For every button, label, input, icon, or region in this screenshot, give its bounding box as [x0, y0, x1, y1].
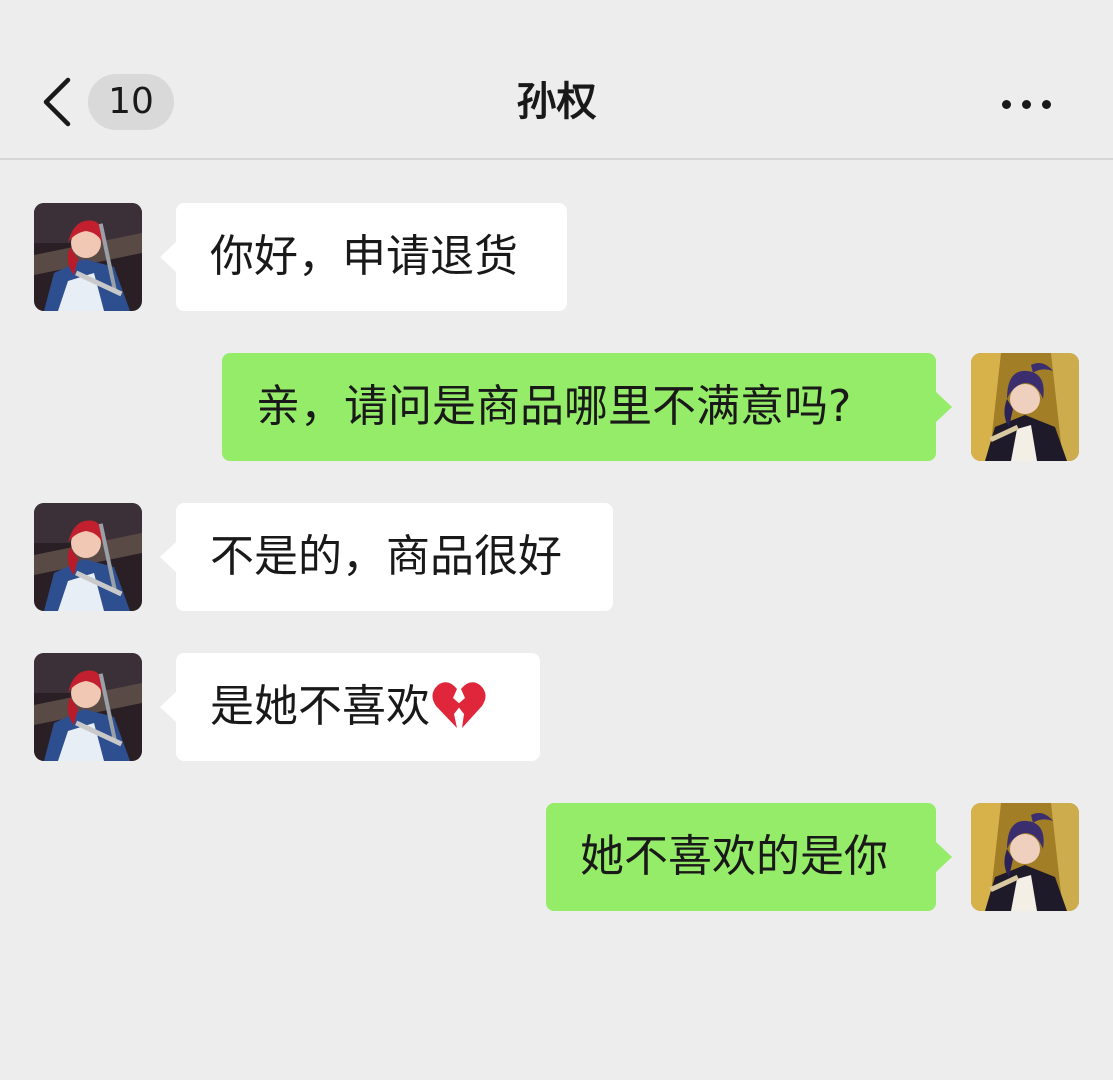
chat-header: 10 孙权: [0, 0, 1113, 160]
contact-avatar[interactable]: [34, 503, 142, 611]
incoming-message-bubble[interactable]: 是她不喜欢: [160, 653, 540, 761]
broken-heart-icon: [432, 682, 486, 728]
incoming-message-bubble[interactable]: 不是的，商品很好: [160, 503, 613, 611]
contact-avatar[interactable]: [34, 203, 142, 311]
contact-avatar[interactable]: [34, 653, 142, 761]
my-avatar[interactable]: [971, 803, 1079, 911]
chat-title: 孙权: [516, 79, 597, 125]
incoming-message-bubble[interactable]: 你好，申请退货: [160, 203, 567, 311]
message-text: 她不喜欢的是你: [580, 831, 888, 882]
outgoing-message-bubble[interactable]: 她不喜欢的是你: [546, 803, 952, 911]
outgoing-message-bubble[interactable]: 亲，请问是商品哪里不满意吗?: [222, 353, 952, 461]
message-text: 是她不喜欢: [210, 681, 430, 732]
message-text: 你好，申请退货: [210, 231, 518, 282]
message-text: 亲，请问是商品哪里不满意吗?: [256, 381, 852, 432]
more-options-button[interactable]: [996, 88, 1060, 120]
message-text: 不是的，商品很好: [210, 531, 562, 582]
my-avatar[interactable]: [971, 353, 1079, 461]
